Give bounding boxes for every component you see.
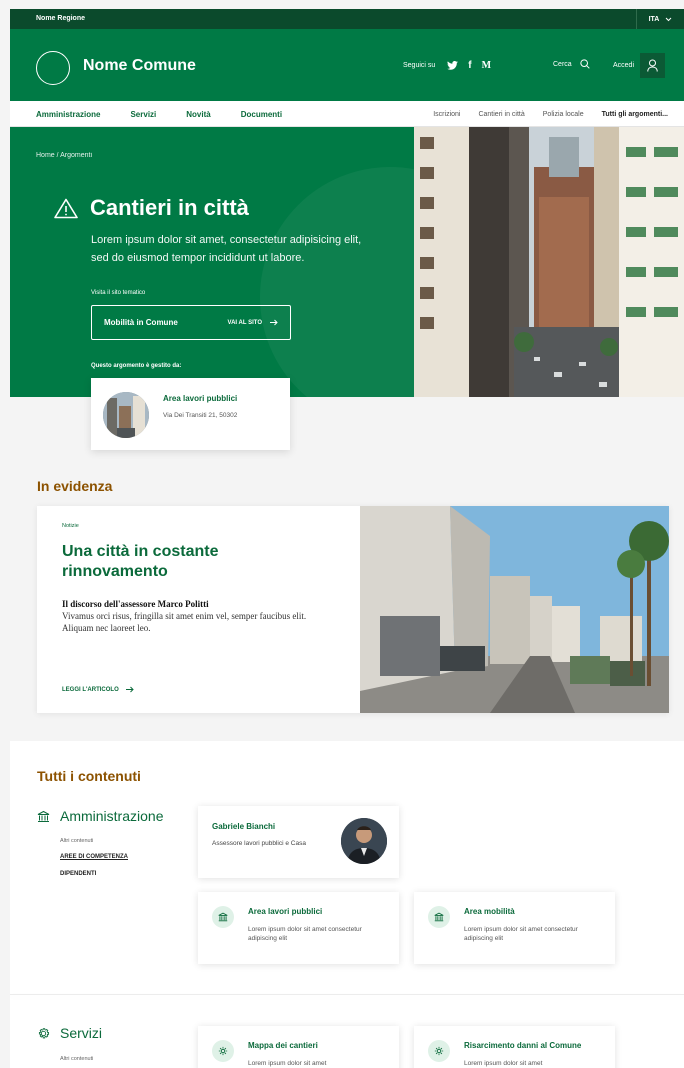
nav-item-documenti[interactable]: Documenti — [241, 110, 282, 119]
institution-icon — [428, 906, 450, 928]
card-mappa-cantieri[interactable]: Mappa dei cantieri Lorem ipsum dolor sit… — [198, 1026, 399, 1068]
managing-office-card[interactable]: Area lavori pubblici Via Dei Transiti 21… — [91, 378, 290, 450]
card-title: Area mobilità — [464, 907, 515, 916]
hero-city-image — [414, 127, 684, 397]
nav-item-amministrazione[interactable]: Amministrazione — [36, 110, 100, 119]
page-title: Cantieri in città — [54, 195, 249, 221]
category-servizi[interactable]: Servizi — [37, 1025, 102, 1041]
category-amministrazione[interactable]: Amministrazione — [37, 808, 163, 824]
gear-icon — [428, 1040, 450, 1062]
card-risarcimento-danni[interactable]: Risarcimento danni al Comune Lorem ipsum… — [414, 1026, 615, 1068]
read-article-label: LEGGI L'ARTICOLO — [62, 686, 119, 693]
office-address: Via Dei Transiti 21, 50302 — [163, 412, 238, 419]
site-name[interactable]: Nome Comune — [83, 57, 196, 75]
card-title: Area lavori pubblici — [248, 907, 323, 916]
nav-item-novita[interactable]: Novità — [186, 110, 210, 119]
thematic-site-name: Mobilità in Comune — [104, 318, 178, 327]
article-excerpt: Il discorso dell'assessore Marco Politti… — [62, 598, 337, 634]
card-area-mobilita[interactable]: Area mobilità Lorem ipsum dolor sit amet… — [414, 892, 615, 964]
go-to-site-label: VAI AL SITO — [227, 319, 262, 326]
card-area-lavori-pubblici[interactable]: Area lavori pubblici Lorem ipsum dolor s… — [198, 892, 399, 964]
avatar — [341, 818, 387, 864]
link-areas-of-competence[interactable]: AREE DI COMPETENZA — [60, 854, 128, 860]
section-divider — [10, 994, 684, 995]
visit-site-label: Visita il sito tematico — [91, 290, 146, 296]
search-button[interactable]: Cerca — [553, 59, 590, 69]
follow-label: Seguici su — [403, 62, 436, 69]
top-bar: Nome Regione ITA — [10, 9, 684, 29]
nav-item-servizi[interactable]: Servizi — [130, 110, 156, 119]
card-title: Mappa dei cantieri — [248, 1041, 318, 1050]
article-category[interactable]: Notizie — [62, 523, 79, 529]
link-employees[interactable]: DIPENDENTI — [60, 871, 96, 877]
card-description: Lorem ipsum dolor sit amet consectetur a… — [464, 926, 578, 942]
secondary-menu: Iscrizioni Cantieri in città Polizia loc… — [433, 111, 668, 118]
article-text: Vivamus orci risus, fringilla sit amet e… — [62, 611, 307, 633]
chevron-down-icon — [666, 17, 672, 21]
arrow-right-icon — [270, 319, 278, 326]
search-label: Cerca — [553, 60, 572, 68]
office-avatar — [103, 392, 149, 438]
other-contents-label: Altri contenuti — [60, 838, 94, 844]
region-link[interactable]: Nome Regione — [36, 15, 85, 22]
nav-item-iscrizioni[interactable]: Iscrizioni — [433, 111, 460, 118]
featured-article: Notizie Una città in costante rinnovamen… — [37, 506, 669, 713]
other-contents-label: Altri contenuti — [60, 1056, 94, 1062]
nav-item-all-topics[interactable]: Tutti gli argomenti... — [602, 111, 668, 118]
user-icon — [647, 59, 658, 72]
card-description: Lorem ipsum dolor sit amet — [248, 1060, 327, 1067]
person-role: Assessore lavori pubblici e Casa — [212, 840, 306, 847]
go-to-site: VAI AL SITO — [228, 319, 278, 326]
nav-item-cantieri[interactable]: Cantieri in città — [478, 111, 524, 118]
login-icon-button[interactable] — [640, 53, 666, 78]
medium-icon[interactable]: M — [482, 60, 491, 71]
logo[interactable] — [36, 51, 70, 85]
login-button[interactable]: Accedi — [613, 53, 666, 78]
facebook-icon[interactable]: f — [468, 60, 471, 71]
institution-icon — [212, 906, 234, 928]
twitter-icon[interactable] — [447, 61, 459, 70]
main-navigation: Amministrazione Servizi Novità Documenti… — [10, 101, 684, 127]
page-title-text: Cantieri in città — [90, 195, 249, 220]
social-links: Seguici su f M — [403, 60, 491, 71]
institution-icon — [37, 810, 50, 822]
breadcrumb[interactable]: Home / Argomenti — [36, 152, 92, 159]
card-description: Lorem ipsum dolor sit amet — [464, 1060, 543, 1067]
article-title[interactable]: Una città in costante rinnovamento — [62, 542, 312, 582]
card-description: Lorem ipsum dolor sit amet consectetur a… — [248, 926, 362, 942]
warning-icon — [54, 198, 78, 218]
thematic-site-button[interactable]: Mobilità in Comune VAI AL SITO — [91, 305, 291, 340]
managed-by-label: Questo argomento è gestito da: — [91, 363, 182, 369]
hero-decoration — [260, 167, 414, 397]
login-label: Accedi — [613, 62, 635, 69]
person-card[interactable]: Gabriele Bianchi Assessore lavori pubbli… — [198, 806, 399, 878]
nav-item-polizia[interactable]: Polizia locale — [543, 111, 584, 118]
site-header: Nome Comune Seguici su f M Cerca Accedi — [10, 29, 684, 101]
hero-section: Home / Argomenti Cantieri in città Lorem… — [10, 127, 414, 397]
city-street-illustration — [414, 127, 684, 397]
gear-icon — [38, 1027, 50, 1038]
read-article-link[interactable]: LEGGI L'ARTICOLO — [62, 686, 134, 693]
section-title-contents: Tutti i contenuti — [37, 768, 141, 784]
card-title: Risarcimento danni al Comune — [464, 1041, 582, 1050]
section-title-evidence: In evidenza — [37, 478, 113, 494]
office-title: Area lavori pubblici — [163, 394, 238, 403]
language-selector[interactable]: ITA — [636, 9, 684, 29]
page-description: Lorem ipsum dolor sit amet, consectetur … — [91, 234, 362, 264]
search-icon — [580, 59, 590, 69]
gear-icon — [212, 1040, 234, 1062]
language-label: ITA — [648, 15, 660, 23]
category-title: Servizi — [60, 1025, 103, 1041]
primary-menu: Amministrazione Servizi Novità Documenti — [36, 110, 282, 119]
category-title: Amministrazione — [60, 808, 164, 824]
arrow-right-icon — [125, 686, 134, 693]
article-image — [360, 506, 669, 713]
article-lead: Il discorso dell'assessore Marco Politti — [62, 599, 209, 609]
person-name: Gabriele Bianchi — [212, 822, 276, 831]
